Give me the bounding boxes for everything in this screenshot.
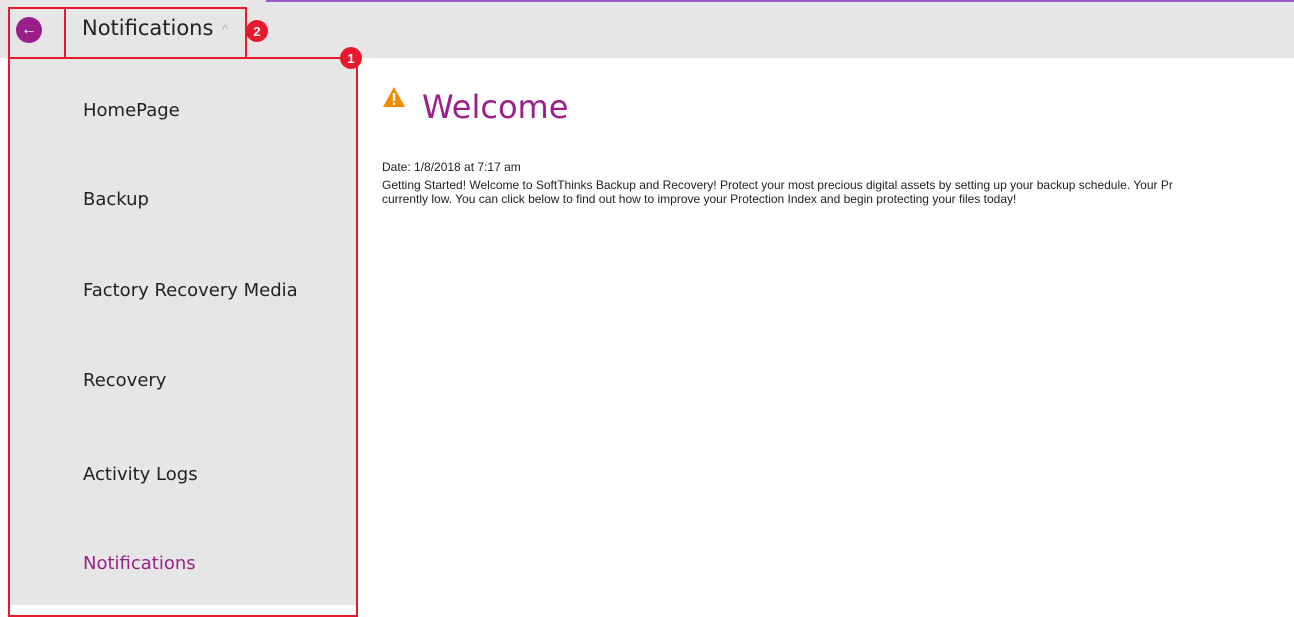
annotation-box-sidebar: [8, 57, 358, 617]
notification-date: Date: 1/8/2018 at 7:17 am: [382, 160, 521, 174]
annotation-badge-2: 2: [246, 20, 268, 42]
welcome-heading: Welcome: [422, 88, 569, 126]
notification-message-line-1: Getting Started! Welcome to SoftThinks B…: [382, 178, 1173, 192]
annotation-box-back: [8, 7, 66, 59]
notification-message-line-2: currently low. You can click below to fi…: [382, 192, 1017, 206]
annotation-badge-1: 1: [340, 47, 362, 69]
notification-message: Getting Started! Welcome to SoftThinks B…: [382, 178, 1294, 206]
warning-icon: [383, 87, 405, 107]
top-accent-line: [266, 0, 1294, 2]
main-content: [356, 58, 1294, 605]
annotation-box-title: [64, 7, 247, 59]
